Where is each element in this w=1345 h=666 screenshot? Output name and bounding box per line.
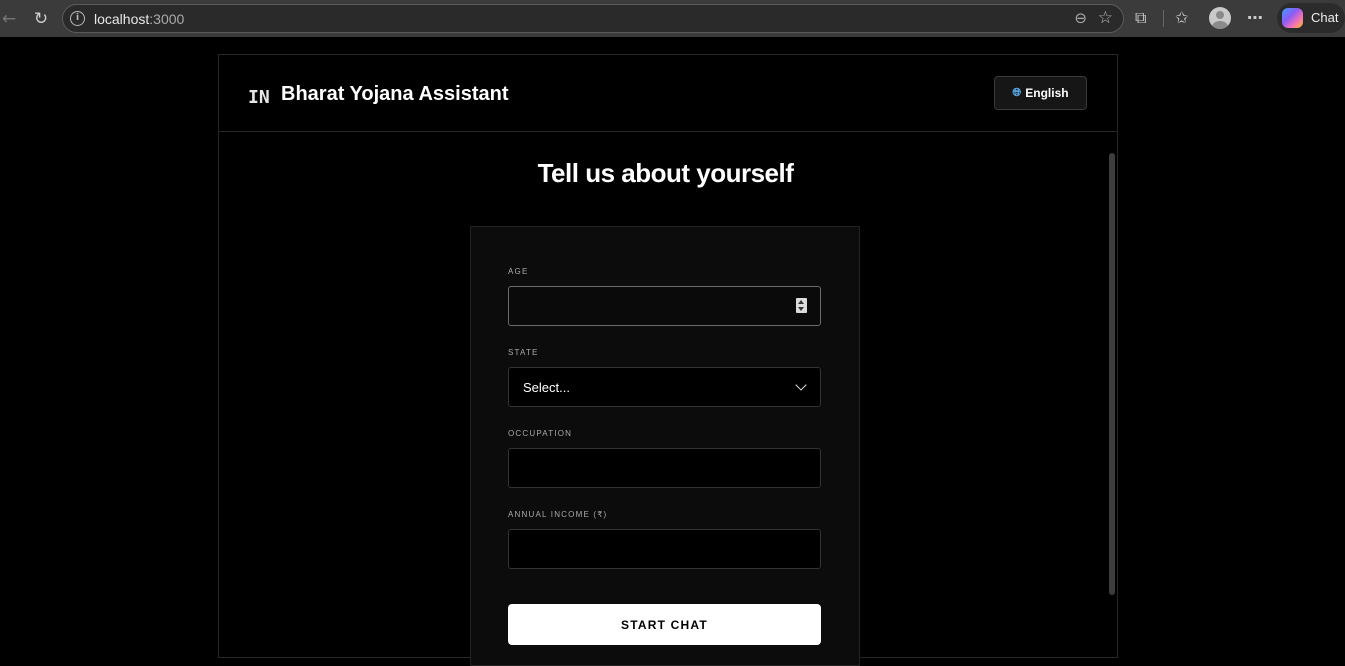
url-port: :3000 xyxy=(149,11,185,27)
favorites-icon[interactable]: ✩ xyxy=(1175,8,1188,28)
address-bar[interactable]: i localhost:3000 ⊖ ☆ xyxy=(62,4,1124,33)
brand-name: Bharat Yojana Assistant xyxy=(281,83,509,105)
profile-form: AGE STATE Select... OCCUPATION ANNUAL IN… xyxy=(470,226,860,666)
income-input[interactable] xyxy=(508,529,821,569)
age-input[interactable] xyxy=(508,286,821,326)
page-title: Tell us about yourself xyxy=(537,158,794,188)
zoom-icon[interactable]: ⊖ xyxy=(1074,9,1087,27)
reload-icon[interactable]: ↻ xyxy=(30,8,52,30)
income-label: ANNUAL INCOME (₹) xyxy=(508,510,608,519)
start-chat-button[interactable]: START CHAT xyxy=(508,604,821,645)
occupation-input[interactable] xyxy=(508,448,821,488)
language-label: English xyxy=(1025,86,1069,100)
state-label: STATE xyxy=(508,348,539,357)
toolbar-divider xyxy=(1163,10,1164,27)
globe-icon: 🌐︎ xyxy=(1012,86,1022,99)
state-select[interactable]: Select... xyxy=(508,367,821,407)
brand-code: IN xyxy=(248,87,270,108)
url-text[interactable]: localhost:3000 xyxy=(94,11,184,27)
app-window: IN Bharat Yojana Assistant 🌐︎ English Te… xyxy=(218,54,1118,666)
more-icon[interactable]: ⋯ xyxy=(1247,8,1263,28)
number-spinner[interactable] xyxy=(796,298,807,313)
avatar[interactable] xyxy=(1209,7,1231,29)
copilot-chat-button[interactable]: Chat xyxy=(1277,3,1345,33)
scrollbar[interactable] xyxy=(1109,153,1115,595)
browser-toolbar: ← ↻ i localhost:3000 ⊖ ☆ ⧉ ✩ ⋯ Chat xyxy=(0,0,1345,37)
star-icon[interactable]: ☆ xyxy=(1098,8,1113,28)
age-label: AGE xyxy=(508,267,529,276)
back-arrow-icon[interactable]: ← xyxy=(0,8,20,30)
copilot-icon xyxy=(1282,8,1303,28)
chevron-down-icon xyxy=(795,379,807,391)
copilot-label: Chat xyxy=(1311,10,1339,25)
occupation-label: OCCUPATION xyxy=(508,429,573,438)
app-header: IN Bharat Yojana Assistant 🌐︎ English xyxy=(219,55,1117,132)
language-button[interactable]: 🌐︎ English xyxy=(994,76,1087,110)
puzzle-icon[interactable]: ⧉ xyxy=(1135,8,1146,28)
url-host: localhost xyxy=(94,11,150,27)
info-icon[interactable]: i xyxy=(70,11,85,26)
state-select-value: Select... xyxy=(523,380,570,395)
